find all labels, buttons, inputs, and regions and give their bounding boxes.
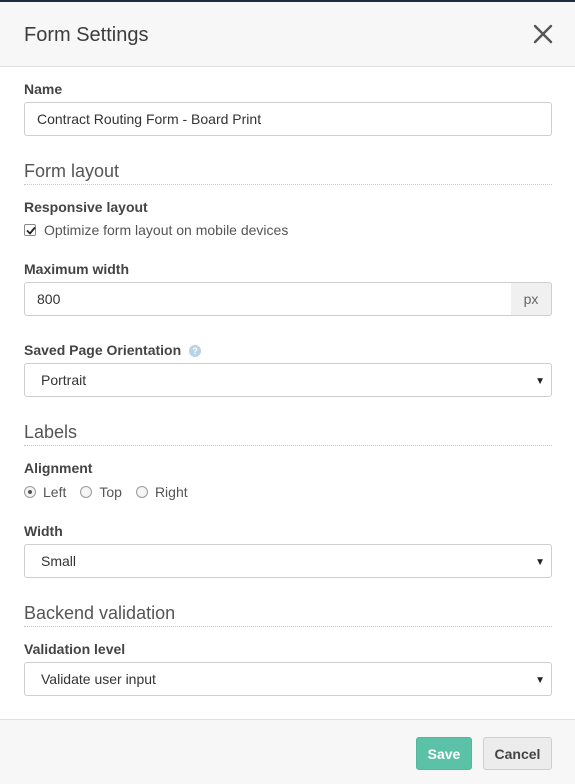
label-width-label: Width <box>24 523 63 539</box>
chevron-down-icon: ▼ <box>535 557 545 568</box>
maximum-width-label: Maximum width <box>24 261 130 277</box>
form-layout-heading: Form layout <box>24 161 552 185</box>
orientation-label-text: Saved Page Orientation <box>24 342 182 358</box>
help-icon[interactable]: ? <box>189 345 202 358</box>
orientation-select-value: Portrait <box>41 372 87 388</box>
label-width-select[interactable]: Small ▼ <box>24 544 552 578</box>
alignment-radio-group: Left Top Right <box>24 484 202 500</box>
backend-validation-heading: Backend validation <box>24 603 552 627</box>
chevron-down-icon: ▼ <box>535 376 545 387</box>
name-input[interactable]: Contract Routing Form - Board Print <box>24 102 552 136</box>
alignment-left-radio[interactable] <box>24 486 36 498</box>
maximum-width-input[interactable]: 800 <box>24 282 512 316</box>
name-input-value: Contract Routing Form - Board Print <box>37 111 262 127</box>
orientation-label: Saved Page Orientation? <box>24 342 202 358</box>
alignment-top-option[interactable]: Top <box>80 484 122 500</box>
name-label: Name <box>24 81 63 97</box>
cancel-button[interactable]: Cancel <box>483 737 552 770</box>
alignment-label: Alignment <box>24 460 93 476</box>
save-button[interactable]: Save <box>416 737 472 770</box>
dialog-title: Form Settings <box>24 24 149 46</box>
alignment-right-option[interactable]: Right <box>135 484 188 500</box>
alignment-left-option[interactable]: Left <box>24 484 66 500</box>
maximum-width-value: 800 <box>37 291 61 307</box>
chevron-down-icon: ▼ <box>535 675 545 686</box>
validation-level-label: Validation level <box>24 641 126 657</box>
alignment-right-radio[interactable] <box>135 486 148 498</box>
responsive-checkbox-row[interactable]: Optimize form layout on mobile devices <box>24 222 288 238</box>
alignment-left-label: Left <box>43 484 67 500</box>
checkmark-icon <box>26 227 36 235</box>
alignment-right-label: Right <box>154 484 188 500</box>
dialog-footer: Save Cancel <box>0 719 575 784</box>
labels-heading: Labels <box>24 422 552 446</box>
label-width-select-value: Small <box>41 553 77 569</box>
responsive-checkbox-label: Optimize form layout on mobile devices <box>44 222 289 238</box>
orientation-select[interactable]: Portrait ▼ <box>24 363 552 397</box>
validation-level-select[interactable]: Validate user input ▼ <box>24 662 552 696</box>
alignment-top-radio[interactable] <box>80 486 93 498</box>
close-icon[interactable] <box>531 22 555 46</box>
px-unit-addon: px <box>511 282 552 316</box>
alignment-top-label: Top <box>99 484 122 500</box>
responsive-layout-label: Responsive layout <box>24 199 148 215</box>
dialog-header: Form Settings <box>0 2 575 67</box>
dialog-body: Name Contract Routing Form - Board Print… <box>0 67 575 719</box>
validation-level-select-value: Validate user input <box>41 671 156 687</box>
responsive-checkbox[interactable] <box>24 224 36 236</box>
